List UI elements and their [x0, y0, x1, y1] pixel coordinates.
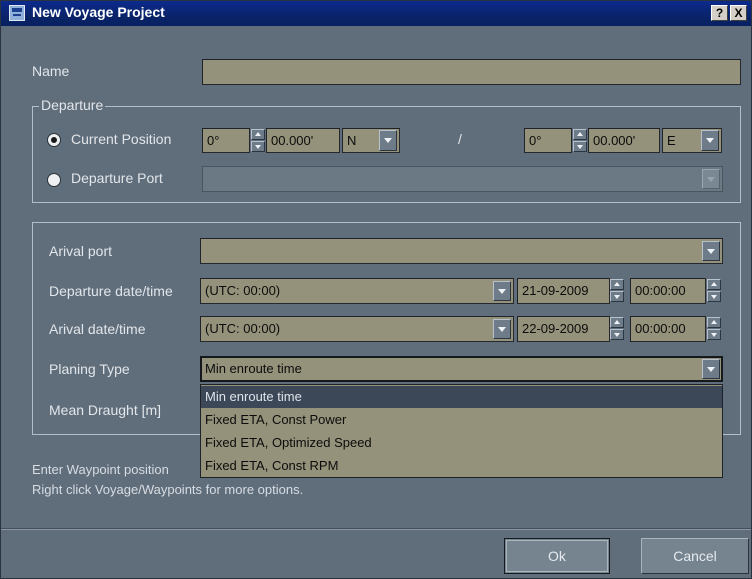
- longitude-hemisphere-value: E: [667, 133, 676, 148]
- latitude-hemisphere-value: N: [347, 133, 357, 148]
- spin-down-icon[interactable]: [251, 141, 265, 152]
- name-label: Name: [32, 63, 70, 79]
- arrival-time-spinner[interactable]: [707, 317, 721, 340]
- chevron-down-icon[interactable]: [701, 130, 719, 151]
- longitude-degrees-value: 0°: [529, 133, 542, 148]
- arrival-port-label: Arival port: [49, 243, 113, 259]
- chevron-down-icon[interactable]: [379, 130, 397, 151]
- spin-up-icon[interactable]: [707, 279, 721, 290]
- departure-group-label: Departure: [39, 97, 106, 113]
- name-input[interactable]: [202, 59, 741, 85]
- longitude-hemisphere-select[interactable]: E: [662, 128, 722, 153]
- arrival-port-select[interactable]: [200, 238, 723, 264]
- longitude-degrees-input[interactable]: 0°: [524, 128, 572, 153]
- departure-port-radio[interactable]: [47, 173, 61, 187]
- spin-up-icon[interactable]: [707, 317, 721, 328]
- ok-button[interactable]: Ok: [504, 538, 610, 574]
- spin-up-icon[interactable]: [610, 279, 624, 290]
- departure-port-select[interactable]: [202, 166, 723, 192]
- departure-datetime-label: Departure date/time: [49, 283, 173, 299]
- departure-date-value: 21-09-2009: [522, 283, 589, 298]
- mean-draught-label: Mean Draught [m]: [49, 402, 162, 418]
- latitude-degrees-value: 0°: [207, 133, 220, 148]
- new-voyage-dialog: New Voyage Project ? X Name Departure Cu…: [0, 0, 752, 579]
- longitude-minutes-value: 00.000': [593, 133, 636, 148]
- planning-option-fixed-eta-const-rpm[interactable]: Fixed ETA, Const RPM: [201, 455, 722, 477]
- departure-date-input[interactable]: 21-09-2009: [517, 278, 610, 304]
- latitude-hemisphere-select[interactable]: N: [342, 128, 400, 153]
- title-bar[interactable]: New Voyage Project ? X: [1, 1, 751, 26]
- planning-option-fixed-eta-optimized-speed[interactable]: Fixed ETA, Optimized Speed: [201, 432, 722, 454]
- footer-separator: [1, 528, 751, 530]
- planning-type-select[interactable]: Min enroute time: [200, 356, 723, 382]
- close-button[interactable]: X: [730, 5, 747, 21]
- spin-down-icon[interactable]: [573, 141, 587, 152]
- spin-up-icon[interactable]: [251, 129, 265, 140]
- arrival-timezone-select[interactable]: (UTC: 00:00): [200, 316, 514, 342]
- spin-up-icon[interactable]: [610, 317, 624, 328]
- spin-up-icon[interactable]: [573, 129, 587, 140]
- latitude-minutes-value: 00.000': [271, 133, 314, 148]
- departure-time-value: 00:00:00: [635, 283, 686, 298]
- spin-down-icon[interactable]: [707, 329, 721, 340]
- arrival-timezone-value: (UTC: 00:00): [205, 321, 281, 336]
- departure-timezone-value: (UTC: 00:00): [205, 283, 281, 298]
- spin-down-icon[interactable]: [707, 291, 721, 302]
- window-title: New Voyage Project: [32, 4, 165, 20]
- planning-type-label: Planing Type: [49, 361, 130, 377]
- arrival-date-value: 22-09-2009: [522, 321, 589, 336]
- hint-line-2: Right click Voyage/Waypoints for more op…: [32, 482, 304, 497]
- arrival-date-input[interactable]: 22-09-2009: [517, 316, 610, 342]
- chevron-down-icon[interactable]: [493, 281, 511, 301]
- latitude-minutes-input[interactable]: 00.000': [266, 128, 340, 153]
- planning-option-fixed-eta-const-power[interactable]: Fixed ETA, Const Power: [201, 409, 722, 431]
- arrival-time-value: 00:00:00: [635, 321, 686, 336]
- app-icon: [9, 5, 25, 21]
- current-position-radio[interactable]: [47, 133, 61, 147]
- latitude-degrees-input[interactable]: 0°: [202, 128, 250, 153]
- hint-line-1: Enter Waypoint position: [32, 462, 169, 477]
- departure-timezone-select[interactable]: (UTC: 00:00): [200, 278, 514, 304]
- chevron-down-icon[interactable]: [493, 319, 511, 339]
- departure-time-input[interactable]: 00:00:00: [630, 278, 706, 304]
- departure-port-label: Departure Port: [71, 170, 163, 186]
- spin-down-icon[interactable]: [610, 291, 624, 302]
- cancel-button[interactable]: Cancel: [641, 538, 749, 574]
- coordinate-separator: /: [458, 131, 462, 147]
- spin-down-icon[interactable]: [610, 329, 624, 340]
- longitude-degrees-spinner[interactable]: [573, 129, 587, 152]
- help-button[interactable]: ?: [711, 5, 728, 21]
- arrival-date-spinner[interactable]: [610, 317, 624, 340]
- chevron-down-icon[interactable]: [702, 241, 720, 261]
- chevron-down-icon[interactable]: [702, 169, 720, 189]
- arrival-time-input[interactable]: 00:00:00: [630, 316, 706, 342]
- departure-date-spinner[interactable]: [610, 279, 624, 302]
- chevron-down-icon[interactable]: [702, 359, 720, 379]
- planning-option-min-enroute-time[interactable]: Min enroute time: [201, 386, 722, 408]
- departure-time-spinner[interactable]: [707, 279, 721, 302]
- planning-type-value: Min enroute time: [205, 361, 302, 376]
- planning-type-dropdown-list: Min enroute time Fixed ETA, Const Power …: [200, 384, 723, 478]
- longitude-minutes-input[interactable]: 00.000': [588, 128, 660, 153]
- latitude-degrees-spinner[interactable]: [251, 129, 265, 152]
- current-position-label: Current Position: [71, 131, 172, 147]
- arrival-datetime-label: Arival date/time: [49, 321, 146, 337]
